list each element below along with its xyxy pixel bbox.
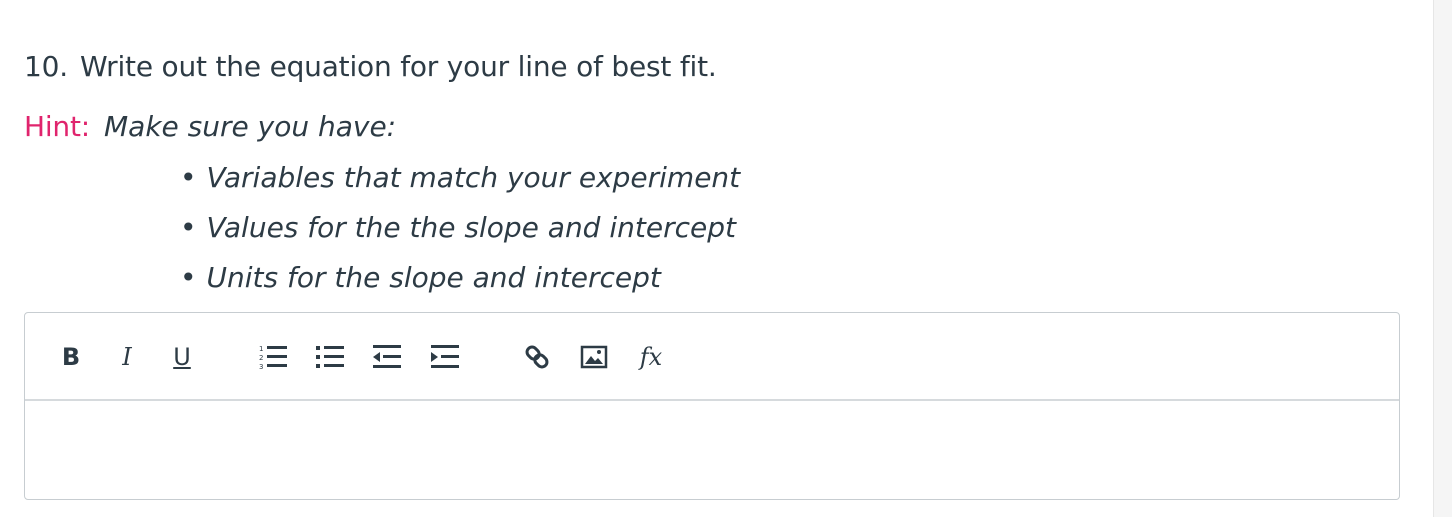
image-icon[interactable] [578, 341, 610, 373]
question-number: 10. [24, 50, 68, 83]
bulleted-list-icon[interactable] [314, 341, 346, 373]
hint-item-text: Values for the the slope and intercept [206, 211, 736, 244]
hint-list-item: • Units for the slope and intercept [180, 258, 740, 308]
bullet-icon: • [180, 161, 197, 194]
hint-list-item: • Variables that match your experiment [180, 158, 740, 208]
hint-label: Hint: [24, 110, 90, 143]
link-icon[interactable] [519, 341, 555, 373]
svg-text:1: 1 [259, 345, 263, 353]
outdent-icon[interactable] [371, 341, 403, 373]
indent-icon[interactable] [428, 341, 462, 373]
question-prompt: 10. Write out the equation for your line … [24, 50, 717, 83]
formula-icon[interactable]: fx [635, 341, 667, 373]
bullet-icon: • [180, 261, 197, 294]
hint-item-text: Variables that match your experiment [206, 161, 741, 194]
bullet-icon: • [180, 211, 197, 244]
svg-text:2: 2 [259, 354, 263, 362]
svg-text:3: 3 [259, 363, 263, 371]
numbered-list-icon[interactable]: 1 2 3 [257, 341, 289, 373]
question-text: Write out the equation for your line of … [79, 50, 717, 83]
hint-item-text: Units for the slope and intercept [206, 261, 661, 294]
editor-toolbar: B I U 1 2 3 fx [25, 313, 1399, 401]
answer-input[interactable] [25, 401, 1399, 499]
italic-button[interactable]: I [115, 341, 139, 373]
underline-button[interactable]: U [170, 341, 194, 373]
rich-text-editor: B I U 1 2 3 fx [24, 312, 1400, 500]
scrollbar[interactable] [1433, 0, 1452, 517]
hint-list-item: • Values for the the slope and intercept [180, 208, 740, 258]
hint-list: • Variables that match your experiment • V… [180, 158, 740, 308]
hint-text: Make sure you have: [104, 110, 397, 143]
bold-button[interactable]: B [59, 341, 83, 373]
hint: Hint: Make sure you have: [24, 110, 396, 143]
